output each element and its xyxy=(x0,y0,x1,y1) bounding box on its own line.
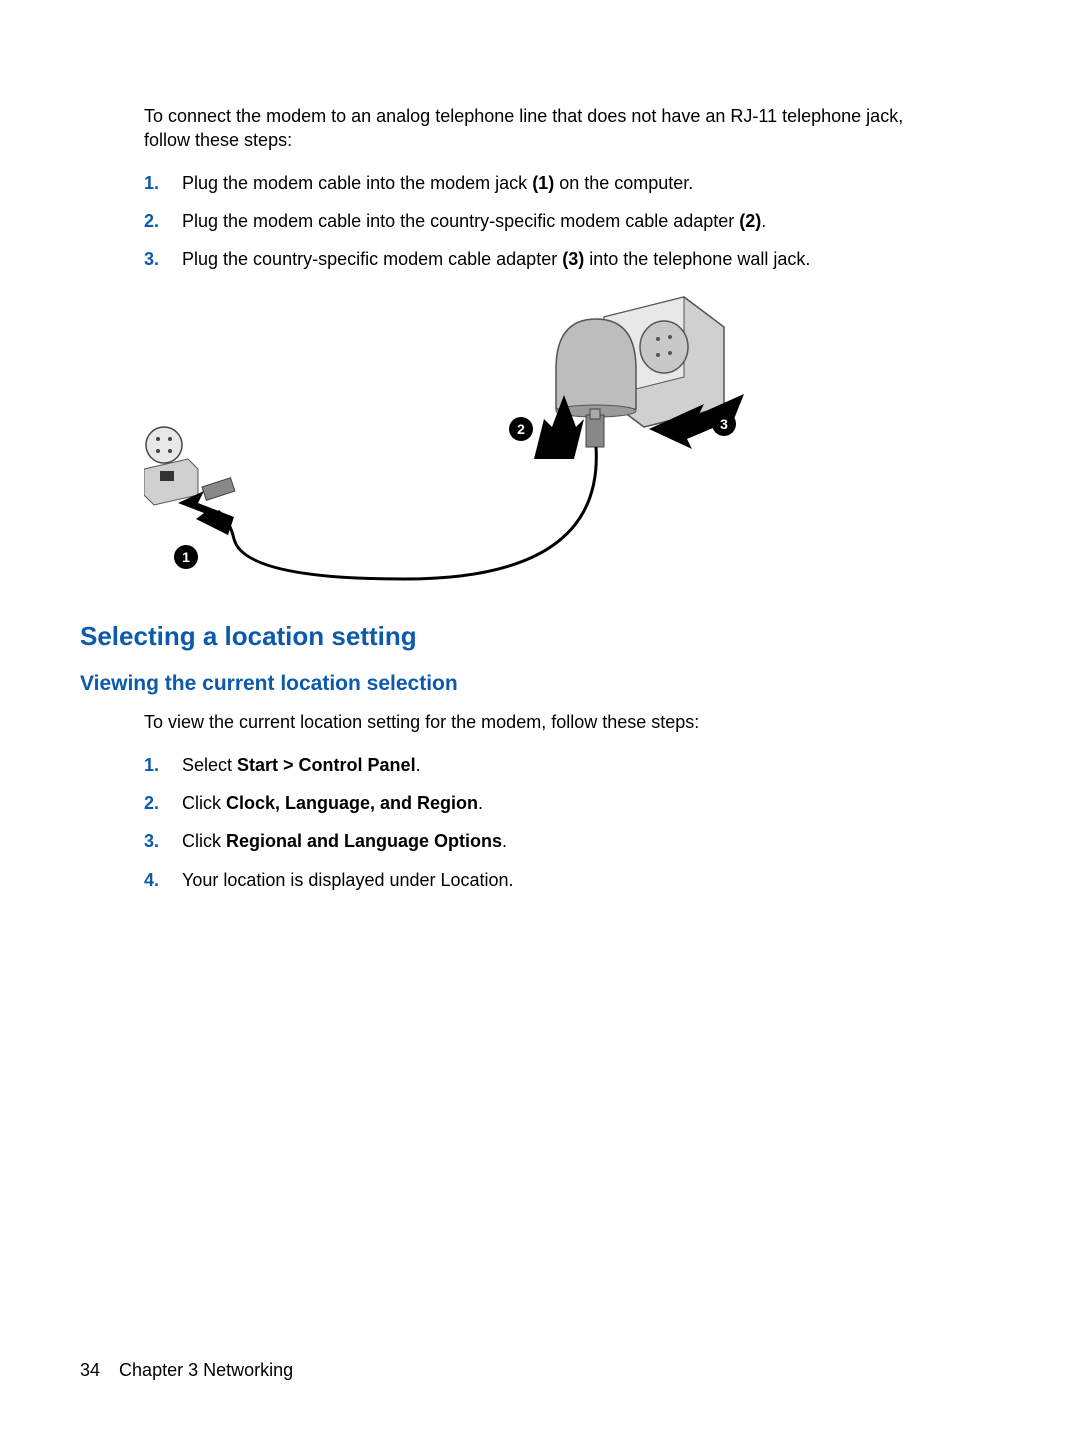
step-text-pre: Select xyxy=(182,755,237,775)
step-text-post: into the telephone wall jack. xyxy=(584,249,810,269)
step-text-pre: Click xyxy=(182,831,226,851)
step-text-post: . xyxy=(416,755,421,775)
page-number: 34 xyxy=(80,1360,100,1380)
list-item: Click Regional and Language Options. xyxy=(144,829,940,853)
list-item: Plug the modem cable into the modem jack… xyxy=(144,171,940,195)
chapter-title: Chapter 3 Networking xyxy=(119,1360,293,1380)
page: To connect the modem to an analog teleph… xyxy=(0,0,1080,1437)
list-item: Click Clock, Language, and Region. xyxy=(144,791,940,815)
step-text-pre: Your location is displayed under Locatio… xyxy=(182,870,514,890)
list-item: Select Start > Control Panel. xyxy=(144,753,940,777)
step-text-bold: (3) xyxy=(562,249,584,269)
content-area-2: To view the current location setting for… xyxy=(144,710,940,891)
callout-1: 1 xyxy=(182,549,190,565)
step-text-bold: (1) xyxy=(532,173,554,193)
list-item: Your location is displayed under Locatio… xyxy=(144,868,940,892)
content-area: To connect the modem to an analog teleph… xyxy=(144,104,940,593)
intro-paragraph: To connect the modem to an analog teleph… xyxy=(144,104,940,153)
step-text-post: on the computer. xyxy=(554,173,693,193)
step-text-bold: Clock, Language, and Region xyxy=(226,793,478,813)
step-text-bold: Start > Control Panel xyxy=(237,755,416,775)
steps-list-2: Select Start > Control Panel. Click Cloc… xyxy=(144,753,940,892)
step-text-bold: (2) xyxy=(739,211,761,231)
intro-paragraph-2: To view the current location setting for… xyxy=(144,710,940,734)
modem-adapter-diagram: 3 2 xyxy=(144,289,744,593)
list-item: Plug the country-specific modem cable ad… xyxy=(144,247,940,271)
step-text-pre: Plug the country-specific modem cable ad… xyxy=(182,249,562,269)
heading-viewing-location: Viewing the current location selection xyxy=(80,672,1000,696)
steps-list-1: Plug the modem cable into the modem jack… xyxy=(144,171,940,272)
step-text-post: . xyxy=(478,793,483,813)
step-text-pre: Plug the modem cable into the country-sp… xyxy=(182,211,739,231)
callout-2: 2 xyxy=(517,421,525,437)
step-text-pre: Plug the modem cable into the modem jack xyxy=(182,173,532,193)
step-text-post: . xyxy=(502,831,507,851)
heading-selecting-location: Selecting a location setting xyxy=(80,621,1000,652)
page-footer: 34 Chapter 3 Networking xyxy=(80,1360,293,1381)
step-text-bold: Regional and Language Options xyxy=(226,831,502,851)
step-text-post: . xyxy=(761,211,766,231)
step-text-pre: Click xyxy=(182,793,226,813)
callout-3: 3 xyxy=(720,416,728,432)
list-item: Plug the modem cable into the country-sp… xyxy=(144,209,940,233)
